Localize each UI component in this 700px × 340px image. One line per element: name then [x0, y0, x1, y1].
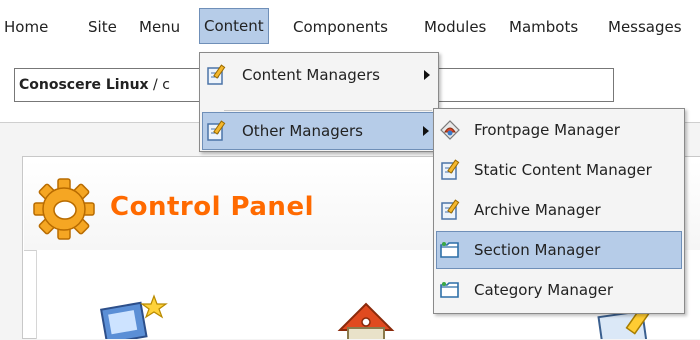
- menu-site[interactable]: Site: [88, 12, 117, 42]
- edit-icon: [441, 159, 460, 180]
- menu-separator: [224, 110, 432, 111]
- breadcrumb-current: c: [162, 77, 170, 93]
- folder-icon: [440, 242, 459, 258]
- menu-item-frontpage-manager[interactable]: Frontpage Manager: [436, 111, 682, 149]
- breadcrumb-separator: /: [148, 77, 163, 93]
- other-managers-submenu: Frontpage Manager Static Content Manager…: [433, 108, 685, 314]
- menu-item-label: Other Managers: [242, 122, 363, 140]
- menu-item-label: Archive Manager: [474, 201, 601, 219]
- menu-item-label: Content Managers: [242, 66, 380, 84]
- menu-item-label: Frontpage Manager: [474, 121, 620, 139]
- edit-icon: [207, 120, 226, 141]
- frontpage-home-icon[interactable]: [332, 300, 402, 339]
- edit-icon: [207, 64, 226, 85]
- menu-item-archive-manager[interactable]: Archive Manager: [436, 191, 682, 229]
- menu-home[interactable]: Home: [4, 12, 48, 42]
- menu-item-label: Section Manager: [474, 241, 601, 259]
- menu-modules[interactable]: Modules: [424, 12, 486, 42]
- menu-components[interactable]: Components: [293, 12, 388, 42]
- menu-item-content-managers[interactable]: Content Managers: [202, 56, 436, 94]
- menu-messages[interactable]: Messages: [608, 12, 682, 42]
- menu-item-static-content-manager[interactable]: Static Content Manager: [436, 151, 682, 189]
- frontpage-icon: [440, 120, 460, 140]
- menu-content[interactable]: Content: [199, 8, 269, 44]
- menu-menu[interactable]: Menu: [139, 12, 180, 42]
- menu-mambots[interactable]: Mambots: [509, 12, 578, 42]
- control-panel-gear-icon: [33, 178, 95, 240]
- menu-item-label: Category Manager: [474, 281, 614, 299]
- edit-icon: [441, 199, 460, 220]
- submenu-arrow-icon: [423, 126, 429, 136]
- menu-item-section-manager[interactable]: Section Manager: [436, 231, 682, 269]
- menu-item-category-manager[interactable]: Category Manager: [436, 271, 682, 309]
- menu-item-other-managers[interactable]: Other Managers: [202, 112, 436, 150]
- breadcrumb-site[interactable]: Conoscere Linux: [19, 77, 149, 93]
- menu-item-label: Static Content Manager: [474, 161, 652, 179]
- main-menubar: Home Site Menu Content Components Module…: [0, 0, 700, 56]
- media-manager-icon[interactable]: [96, 294, 176, 339]
- submenu-arrow-icon: [424, 70, 430, 80]
- content-dropdown-menu: Content Managers Other Managers: [199, 52, 439, 152]
- folder-icon: [440, 282, 459, 298]
- page-title: Control Panel: [110, 192, 314, 222]
